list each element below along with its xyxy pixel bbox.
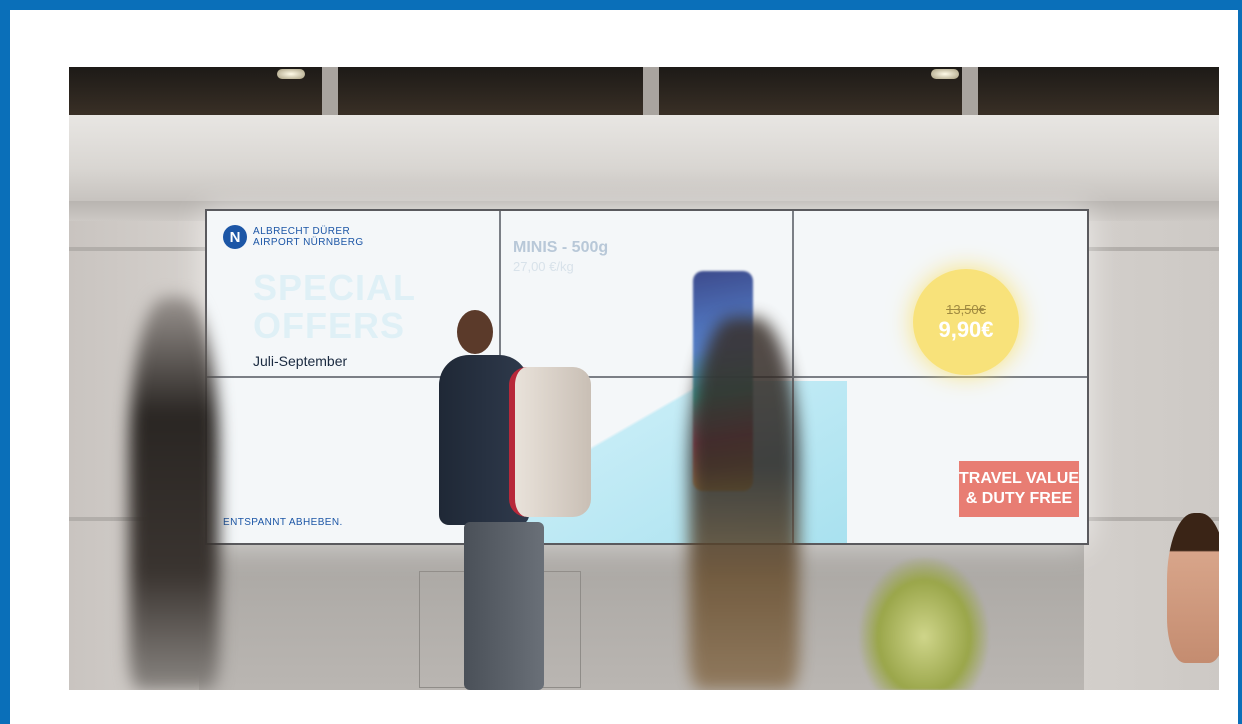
- walking-man-jeans: [464, 522, 544, 690]
- walking-man-head: [457, 310, 493, 354]
- special-offers-title: SPECIAL OFFERS: [253, 269, 416, 345]
- image-frame: N ALBRECHT DÜRER AIRPORT NÜRNBERG SPECIA…: [0, 0, 1242, 724]
- airport-logo-icon: N: [223, 225, 247, 249]
- airport-photo: N ALBRECHT DÜRER AIRPORT NÜRNBERG SPECIA…: [69, 67, 1219, 690]
- ceiling-post: [962, 67, 978, 117]
- new-price: 9,90€: [938, 316, 994, 342]
- travel-value-badge: TRAVEL VALUE & DUTY FREE: [959, 461, 1079, 517]
- old-price: 13,50€: [946, 301, 986, 317]
- logo-line-2: AIRPORT NÜRNBERG: [253, 237, 364, 248]
- woman-face: [1167, 513, 1219, 663]
- ceiling-post: [643, 67, 659, 117]
- ceiling-beam: [69, 115, 1219, 203]
- offer-line-1: SPECIAL: [253, 267, 417, 308]
- offer-line-2: OFFERS: [253, 305, 406, 346]
- logo-line-1: ALBRECHT DÜRER: [253, 226, 351, 237]
- price-circle: 13,50€ 9,90€: [913, 269, 1019, 375]
- product-name: MINIS - 500g: [513, 239, 609, 256]
- offer-period: Juli-September: [253, 353, 348, 369]
- ceiling-light: [277, 69, 305, 79]
- blurred-passerby-left: [129, 297, 219, 690]
- product-unit-price: 27,00 €/kg: [513, 259, 574, 274]
- blurred-passerby-center: [689, 317, 799, 690]
- airport-logo: N ALBRECHT DÜRER AIRPORT NÜRNBERG: [223, 225, 364, 249]
- badge-line-1: TRAVEL VALUE: [959, 470, 1080, 487]
- video-wall-screen: N ALBRECHT DÜRER AIRPORT NÜRNBERG SPECIA…: [205, 209, 1089, 545]
- badge-line-2: & DUTY FREE: [965, 490, 1073, 507]
- tile-divider: [207, 376, 1087, 378]
- tagline: ENTSPANNT ABHEBEN.: [223, 517, 343, 528]
- ceiling-post: [322, 67, 338, 117]
- backpack: [509, 367, 591, 517]
- ceiling-light: [931, 69, 959, 79]
- airport-logo-text: ALBRECHT DÜRER AIRPORT NÜRNBERG: [253, 226, 364, 248]
- plant: [859, 557, 989, 690]
